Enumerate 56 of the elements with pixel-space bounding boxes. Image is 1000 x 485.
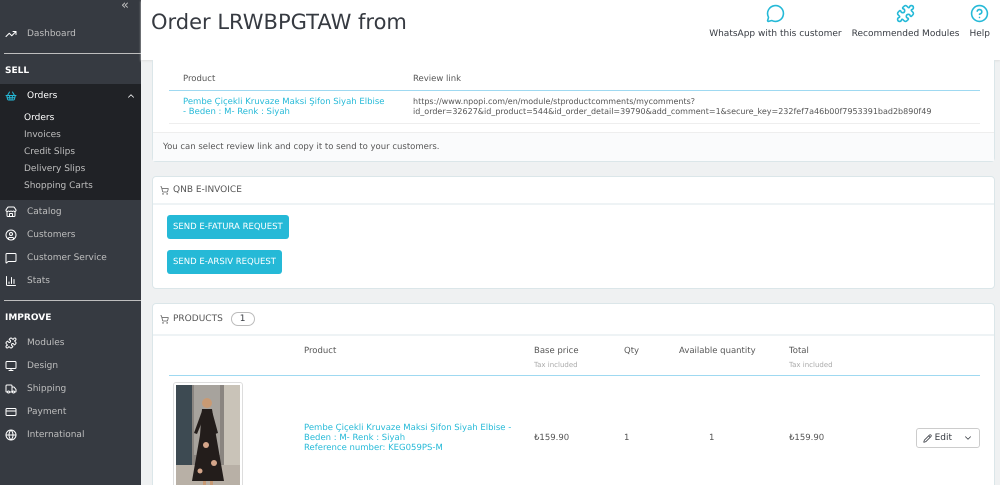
sidebar-item[interactable]: Payment xyxy=(0,400,141,423)
column-header: Review link xyxy=(413,74,462,84)
sidebar-item[interactable]: Design xyxy=(0,354,141,377)
panel-title: PRODUCTS xyxy=(173,314,223,324)
globe-icon xyxy=(5,428,17,440)
header-action-link[interactable]: Recommended Modules xyxy=(852,4,960,39)
help-icon xyxy=(970,4,990,23)
truck-icon xyxy=(5,382,17,394)
header-action-link[interactable]: Help xyxy=(969,4,990,39)
sidebar-item[interactable]: Orders xyxy=(0,84,141,107)
header-action-link[interactable]: WhatsApp with this customer xyxy=(709,4,842,39)
sidebar-subitem[interactable]: Delivery Slips xyxy=(0,160,141,177)
column-header: Qty xyxy=(624,346,640,356)
sidebar-subitem[interactable]: Invoices xyxy=(0,126,141,143)
basket-icon xyxy=(5,90,17,102)
page-title: Order LRWBPGTAW from xyxy=(151,10,407,34)
chart-icon xyxy=(5,274,17,286)
sidebar-item[interactable]: International xyxy=(0,423,141,446)
column-header: Base price xyxy=(534,346,579,356)
user-icon xyxy=(5,228,17,240)
section-title: IMPROVE xyxy=(4,312,52,325)
count-badge: 1 xyxy=(230,312,255,326)
store-icon xyxy=(5,206,17,218)
sidebar-subitem[interactable]: Credit Slips xyxy=(0,143,141,160)
pencil-icon xyxy=(922,434,932,442)
cart-icon xyxy=(160,186,169,194)
sidebar-item[interactable]: Catalog xyxy=(0,200,141,223)
puzzle-icon xyxy=(896,4,916,23)
sidebar-item[interactable]: Customer Service xyxy=(0,246,141,269)
sidebar-item[interactable]: Stats xyxy=(0,269,141,292)
column-header: Product xyxy=(183,74,216,84)
collapse-button[interactable]: « xyxy=(121,0,129,12)
section-title: SELL xyxy=(4,65,30,78)
quantity: 1 xyxy=(624,433,630,443)
puzzle-icon xyxy=(5,336,17,348)
base-price: ₺159.90 xyxy=(534,433,570,443)
column-header: Product xyxy=(304,346,336,356)
hint-text: You can select review link and copy it to send to your customers. xyxy=(153,132,994,161)
sidebar-item[interactable]: Shipping xyxy=(0,377,141,400)
sidebar-item[interactable]: Customers xyxy=(0,223,141,246)
sidebar-subitem[interactable]: Shopping Carts xyxy=(0,177,141,194)
sidebar-subitem[interactable]: Orders xyxy=(0,109,141,126)
cart-icon xyxy=(160,314,169,324)
edit-button[interactable]: Edit xyxy=(916,428,980,448)
sidebar-item[interactable]: Dashboard xyxy=(0,22,141,45)
total-price: ₺159.90 xyxy=(789,433,824,443)
monitor-icon xyxy=(5,360,17,372)
whatsapp-icon xyxy=(766,4,785,23)
card-icon xyxy=(5,406,17,418)
column-header: Total xyxy=(789,346,809,356)
chat-icon xyxy=(5,252,17,264)
column-header: Available quantity xyxy=(679,346,756,356)
sidebar-item[interactable]: Modules xyxy=(0,331,141,354)
available-quantity: 1 xyxy=(709,433,714,443)
panel-title: QNB E-INVOICE xyxy=(173,185,242,195)
reference-number: Reference number: KEG059PS-M xyxy=(304,443,444,453)
